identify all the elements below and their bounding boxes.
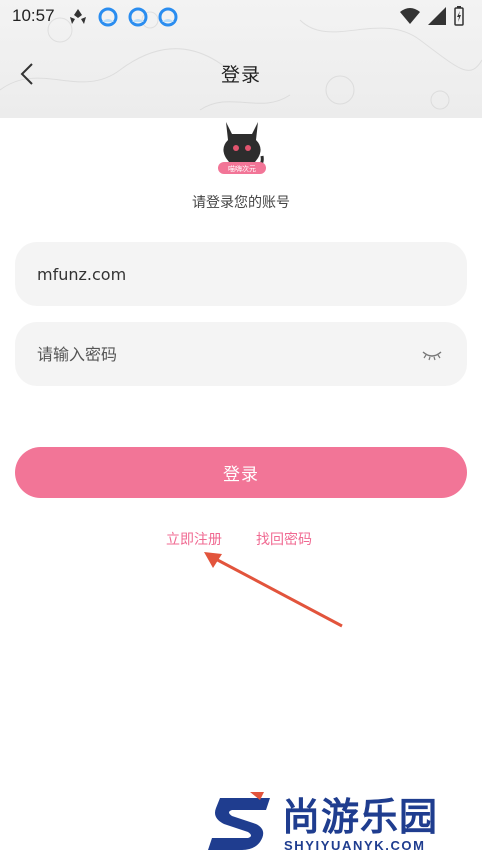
status-icons-right (400, 6, 464, 26)
watermark-logo (208, 792, 270, 850)
logo-badge-text: 喵嗨次元 (228, 164, 256, 173)
status-icons-left (66, 6, 180, 28)
username-field-container (15, 242, 467, 306)
app-logo-cat: 喵嗨次元 (218, 122, 266, 174)
watermark: 尚游乐园 SHYIYUANYK.COM (204, 786, 482, 857)
wind-icon (70, 9, 86, 24)
watermark-cn: 尚游乐园 (282, 795, 439, 839)
status-time: 10:57 (12, 6, 55, 25)
status-bar: 10:57 (0, 0, 482, 34)
annotation-arrow (204, 552, 343, 628)
forgot-password-link[interactable]: 找回密码 (256, 529, 312, 549)
login-button[interactable]: 登录 (15, 447, 467, 498)
username-input[interactable] (37, 264, 445, 284)
password-field-container (15, 322, 467, 386)
login-subtitle: 请登录您的账号 (192, 195, 290, 211)
wifi-icon (400, 8, 420, 24)
page-title: 登录 (220, 64, 261, 86)
app-notify-icon (158, 7, 178, 27)
password-input[interactable] (37, 344, 445, 364)
app-notify-icon (128, 7, 148, 27)
watermark-en: SHYIYUANYK.COM (284, 838, 426, 853)
register-link[interactable]: 立即注册 (166, 529, 222, 549)
eye-closed-icon[interactable] (421, 344, 443, 364)
battery-icon (454, 6, 464, 26)
signal-icon (428, 7, 446, 25)
app-notify-icon (98, 7, 118, 27)
